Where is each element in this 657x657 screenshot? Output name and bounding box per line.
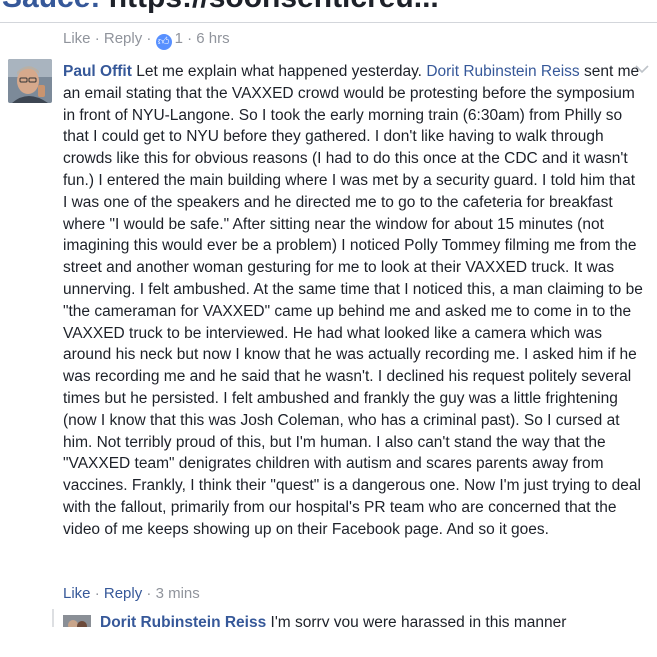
comment-body: Paul Offit Let me explain what happened … <box>63 61 643 541</box>
avatar[interactable] <box>8 59 52 103</box>
comment-text: sent me an email stating that the VAXXED… <box>63 63 643 538</box>
avatar[interactable] <box>63 615 91 627</box>
cropped-link-text: Sauce: <box>2 0 100 14</box>
reply-link[interactable]: Reply <box>104 585 142 602</box>
comment-text-intro: Let me explain what happened yesterday. <box>136 63 422 80</box>
timestamp[interactable]: 6 hrs <box>196 30 229 47</box>
reply-preview: Dorit Rubinstein Reiss I'm sorry you wer… <box>100 612 640 627</box>
divider <box>0 22 657 23</box>
comment-actions: Like · Reply · 3 mins <box>63 585 200 602</box>
like-link[interactable]: Like <box>63 585 91 602</box>
timestamp[interactable]: 3 mins <box>156 585 200 602</box>
previous-comment-actions: Like · Reply · 👍︎ 1 · 6 hrs <box>63 30 230 50</box>
like-link[interactable]: Like <box>63 30 91 47</box>
cropped-header-text: Sauce: https://soonsenticreu... <box>0 0 657 22</box>
reply-text: I'm sorry you were harassed in this mann… <box>270 614 567 627</box>
reply-thread-line <box>52 609 54 627</box>
comment-mention[interactable]: Dorit Rubinstein Reiss <box>426 63 579 80</box>
reply-author[interactable]: Dorit Rubinstein Reiss <box>100 614 266 627</box>
comment-author[interactable]: Paul Offit <box>63 63 132 80</box>
thumbs-up-icon: 👍︎ <box>155 34 172 50</box>
cropped-url-text: https://soonsenticreu... <box>109 0 439 14</box>
reply-link[interactable]: Reply <box>104 30 142 47</box>
page-bottom <box>0 627 657 657</box>
like-count[interactable]: 1 <box>175 30 183 47</box>
